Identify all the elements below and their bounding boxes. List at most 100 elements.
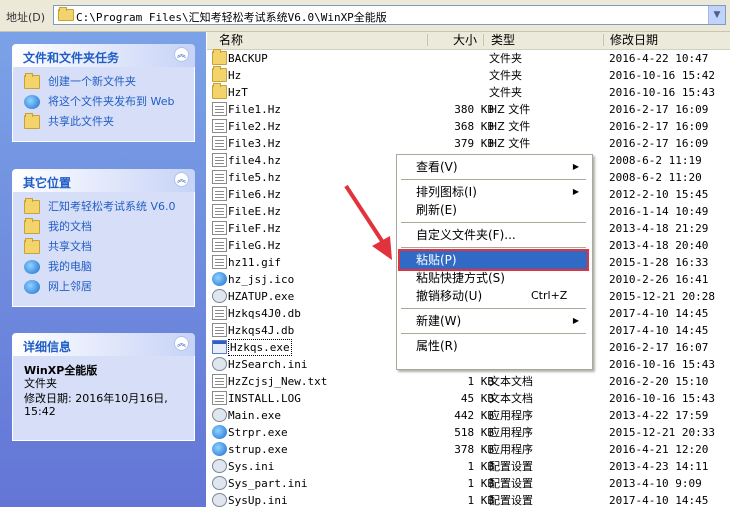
shared-documents-icon: [24, 238, 40, 254]
new-folder-icon: [24, 73, 40, 89]
menu-item[interactable]: 粘贴(P): [398, 249, 589, 271]
file-type: 配置设置: [489, 494, 533, 507]
task-link[interactable]: 共享文档: [24, 238, 194, 257]
column-name[interactable]: 名称: [219, 33, 243, 48]
file-row[interactable]: Sys_part.ini 1 KB 配置设置 2013-4-10 9:09: [207, 475, 730, 492]
column-size[interactable]: 大小: [453, 33, 477, 48]
file-type: 文件夹: [489, 69, 522, 82]
menu-item[interactable]: 撤销移动(U) Ctrl+Z: [400, 287, 587, 305]
collapse-icon[interactable]: ︽: [174, 172, 189, 187]
task-link[interactable]: 将这个文件夹发布到 Web: [24, 95, 194, 112]
menu-separator: [401, 179, 586, 180]
globe-icon: [212, 425, 227, 439]
file-date: 2015-12-21 20:28: [609, 290, 715, 303]
my-documents-icon: [24, 218, 40, 234]
column-divider[interactable]: [427, 34, 428, 46]
file-name: File1.Hz: [228, 103, 281, 116]
column-date[interactable]: 修改日期: [610, 33, 658, 48]
task-link[interactable]: 我的文档: [24, 218, 194, 237]
gear-icon: [212, 408, 227, 422]
publish-web-icon: [24, 95, 40, 109]
file-row[interactable]: Hz 文件夹 2016-10-16 15:42: [207, 66, 730, 84]
file-name: file5.hz: [228, 171, 281, 184]
menu-item-shortcut: Ctrl+Z: [531, 289, 568, 302]
exe-icon: [212, 340, 227, 354]
task-label: 我的电脑: [48, 260, 92, 273]
column-divider[interactable]: [483, 34, 484, 46]
address-bar: 地址(D) C:\Program Files\汇知考轻松考试系统V6.0\Win…: [0, 0, 730, 32]
doc-icon: [212, 102, 227, 116]
file-name: Sys.ini: [228, 460, 275, 473]
share-folder-icon: [24, 113, 40, 129]
file-row[interactable]: File2.Hz 368 KB HZ 文件 2016-2-17 16:09: [207, 118, 730, 135]
file-row[interactable]: Strpr.exe 518 KB 应用程序 2015-12-21 20:33: [207, 424, 730, 441]
task-link[interactable]: 共享此文件夹: [24, 113, 194, 132]
other-places-panel: 其它位置 ︽ 汇知考轻松考试系统 V6.0 我的文档 共享文档我的电脑网上邻居: [12, 169, 195, 307]
file-name: File3.Hz: [228, 137, 281, 150]
collapse-icon[interactable]: ︽: [174, 336, 189, 351]
task-link[interactable]: 汇知考轻松考试系统 V6.0: [24, 198, 194, 217]
file-type: HZ 文件: [489, 120, 531, 133]
chevron-down-icon[interactable]: ▼: [708, 6, 725, 24]
file-name: FileG.Hz: [228, 239, 281, 252]
file-name: HzZcjsj_New.txt: [228, 375, 328, 388]
task-link[interactable]: 创建一个新文件夹: [24, 73, 194, 92]
menu-item-label: 粘贴(P): [416, 253, 457, 267]
menu-item[interactable]: 属性(R): [400, 337, 587, 355]
file-row[interactable]: File3.Hz 379 KB HZ 文件 2016-2-17 16:09: [207, 135, 730, 152]
file-row[interactable]: BACKUP 文件夹 2016-4-22 10:47: [207, 49, 730, 67]
address-input[interactable]: C:\Program Files\汇知考轻松考试系统V6.0\WinXP全能版 …: [53, 5, 726, 25]
file-tasks-header[interactable]: 文件和文件夹任务 ︽: [12, 44, 195, 67]
file-name: file4.hz: [228, 154, 281, 167]
file-type: 配置设置: [489, 477, 533, 490]
file-date: 2017-4-10 14:45: [609, 307, 709, 320]
file-row[interactable]: HzT 文件夹 2016-10-16 15:43: [207, 83, 730, 101]
file-name: Hzkqs.exe: [228, 339, 292, 356]
file-row[interactable]: File1.Hz 380 KB HZ 文件 2016-2-17 16:09: [207, 101, 730, 118]
doc-icon: [212, 153, 227, 167]
file-tasks-body: 创建一个新文件夹 将这个文件夹发布到 Web 共享此文件夹: [12, 67, 195, 142]
column-divider[interactable]: [603, 34, 604, 46]
file-row[interactable]: Main.exe 442 KB 应用程序 2013-4-22 17:59: [207, 407, 730, 424]
file-date: 2013-4-10 9:09: [609, 477, 702, 490]
file-date: 2010-2-26 16:41: [609, 273, 709, 286]
file-row[interactable]: HzZcjsj_New.txt 1 KB 文本文档 2016-2-20 15:10: [207, 373, 730, 390]
file-row[interactable]: strup.exe 378 KB 应用程序 2016-4-21 12:20: [207, 441, 730, 458]
file-date: 2016-2-17 16:09: [609, 103, 709, 116]
menu-item-label: 刷新(E): [416, 203, 457, 217]
file-name: BACKUP: [228, 52, 268, 65]
panel-title: 详细信息: [23, 340, 72, 354]
file-date: 2016-10-16 15:43: [609, 392, 715, 405]
task-link[interactable]: 网上邻居: [24, 280, 194, 297]
menu-item[interactable]: 刷新(E): [400, 201, 587, 219]
menu-item[interactable]: 排列图标(I) ▶: [400, 183, 587, 201]
address-label: 地址(D): [6, 11, 46, 24]
menu-item-label: 粘贴快捷方式(S): [416, 271, 505, 285]
menu-separator: [401, 333, 586, 334]
menu-item[interactable]: 查看(V) ▶: [400, 158, 587, 176]
file-date: 2013-4-22 17:59: [609, 409, 709, 422]
other-places-header[interactable]: 其它位置 ︽: [12, 169, 195, 192]
file-date: 2016-10-16 15:43: [609, 358, 715, 371]
details-body: WinXP全能版 文件夹 修改日期: 2016年10月16日, 15:42: [12, 356, 195, 441]
folder-icon: [212, 66, 227, 82]
file-name: strup.exe: [228, 443, 288, 456]
menu-item[interactable]: 新建(W) ▶: [400, 312, 587, 330]
file-row[interactable]: Sys.ini 1 KB 配置设置 2013-4-23 14:11: [207, 458, 730, 475]
task-link[interactable]: 我的电脑: [24, 260, 194, 277]
file-date: 2015-1-28 16:33: [609, 256, 709, 269]
menu-item[interactable]: 粘贴快捷方式(S): [400, 269, 587, 287]
file-row[interactable]: SysUp.ini 1 KB 配置设置 2017-4-10 14:45: [207, 492, 730, 509]
file-date: 2012-2-10 15:45: [609, 188, 709, 201]
gear-icon: [212, 289, 227, 303]
column-type[interactable]: 类型: [491, 33, 515, 48]
file-name: HzSearch.ini: [228, 358, 308, 371]
file-name: HzT: [228, 86, 248, 99]
collapse-icon[interactable]: ︽: [174, 47, 189, 62]
submenu-arrow-icon: ▶: [572, 187, 579, 196]
file-row[interactable]: INSTALL.LOG 45 KB 文本文档 2016-10-16 15:43: [207, 390, 730, 407]
menu-item[interactable]: 自定义文件夹(F)...: [400, 226, 587, 244]
file-name: Hzkqs4J.db: [228, 324, 295, 337]
details-header[interactable]: 详细信息 ︽: [12, 333, 195, 356]
file-name: Sys_part.ini: [228, 477, 308, 490]
